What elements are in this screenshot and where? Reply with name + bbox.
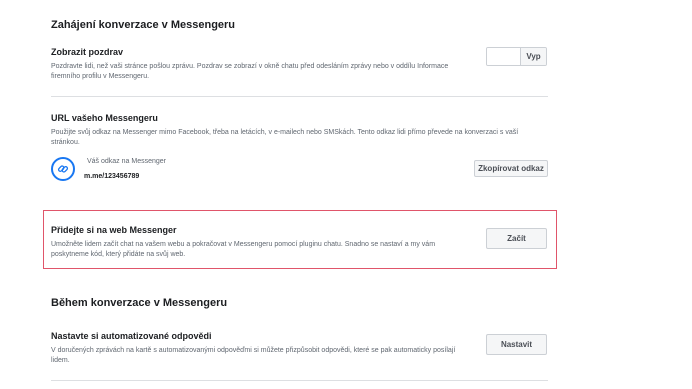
greeting-desc-line1: Pozdravte lidi, než vaši stránce pošlou … bbox=[51, 63, 449, 70]
web-start-button[interactable]: Začít bbox=[486, 228, 547, 249]
section-title-during: Během konverzace v Messengeru bbox=[51, 297, 228, 309]
divider bbox=[51, 380, 548, 381]
link-icon-glyph bbox=[57, 165, 69, 173]
greeting-desc-line2: firemního profilu v Messengeru. bbox=[51, 73, 150, 80]
url-desc-line1: Použijte svůj odkaz na Messenger mimo Fa… bbox=[51, 129, 519, 136]
web-title: Přidejte si na web Messenger bbox=[51, 225, 177, 235]
toggle-off-area bbox=[487, 48, 520, 65]
url-description: Použijte svůj odkaz na Messenger mimo Fa… bbox=[51, 128, 551, 148]
auto-replies-title: Nastavte si automatizované odpovědi bbox=[51, 331, 212, 341]
web-description: Umožněte lidem začít chat na vašem webu … bbox=[51, 240, 471, 260]
link-icon bbox=[51, 157, 75, 181]
url-desc-line2: stránkou. bbox=[51, 139, 80, 146]
toggle-off-label: Vyp bbox=[520, 48, 546, 65]
auto-desc-line1: V doručených zprávách na kartě s automat… bbox=[51, 347, 456, 354]
greeting-description: Pozdravte lidi, než vaši stránce pošlou … bbox=[51, 62, 481, 82]
copy-link-button[interactable]: Zkopírovat odkaz bbox=[474, 160, 548, 177]
greeting-title: Zobrazit pozdrav bbox=[51, 47, 124, 57]
setup-auto-replies-button[interactable]: Nastavit bbox=[486, 334, 547, 355]
url-title: URL vašeho Messengeru bbox=[51, 113, 158, 123]
link-value: m.me/123456789 bbox=[84, 173, 140, 180]
section-title-start: Zahájení konverzace v Messengeru bbox=[51, 19, 236, 31]
greeting-toggle[interactable]: Vyp bbox=[486, 47, 547, 66]
web-desc-line2: poskytneme kód, který přidáte na svůj we… bbox=[51, 251, 186, 258]
auto-desc-line2: lidem. bbox=[51, 357, 70, 364]
link-caption: Váš odkaz na Messenger bbox=[87, 158, 166, 165]
divider bbox=[51, 96, 548, 97]
web-desc-line1: Umožněte lidem začít chat na vašem webu … bbox=[51, 241, 436, 248]
auto-replies-description: V doručených zprávách na kartě s automat… bbox=[51, 346, 481, 366]
